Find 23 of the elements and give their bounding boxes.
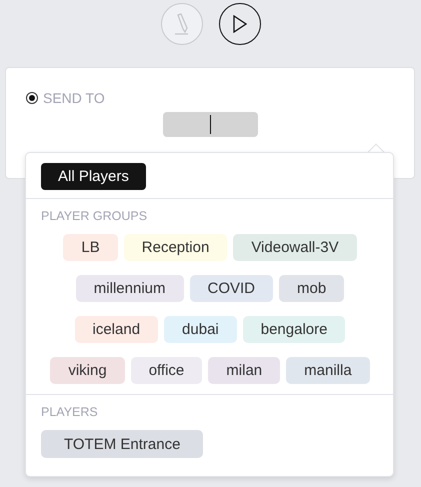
group-chip[interactable]: Reception — [124, 234, 228, 261]
group-chip[interactable]: Videowall-3V — [233, 234, 357, 261]
player-chip[interactable]: TOTEM Entrance — [41, 430, 204, 458]
send-to-label: SEND TO — [43, 90, 105, 106]
group-chip[interactable]: office — [130, 357, 202, 384]
group-chip[interactable]: mob — [279, 275, 344, 302]
pencil-icon — [174, 13, 190, 35]
radio-button[interactable] — [26, 92, 38, 104]
group-chip[interactable]: viking — [50, 357, 125, 384]
all-players-button[interactable]: All Players — [41, 163, 146, 190]
group-chip[interactable]: manilla — [286, 357, 370, 384]
section-heading: PLAYER GROUPS — [41, 209, 148, 223]
section-heading: PLAYERS — [41, 405, 99, 419]
group-chip[interactable]: milan — [208, 357, 280, 384]
group-chip[interactable]: COVID — [190, 275, 274, 302]
group-chip[interactable]: iceland — [74, 316, 158, 343]
play-button[interactable] — [218, 3, 260, 45]
group-chip[interactable]: bengalore — [242, 316, 346, 343]
input-field[interactable] — [163, 112, 258, 137]
group-chip[interactable]: millennium — [76, 275, 184, 302]
group-chip[interactable]: LB — [63, 234, 118, 261]
play-icon — [232, 15, 246, 33]
group-chip[interactable]: dubai — [164, 316, 237, 343]
